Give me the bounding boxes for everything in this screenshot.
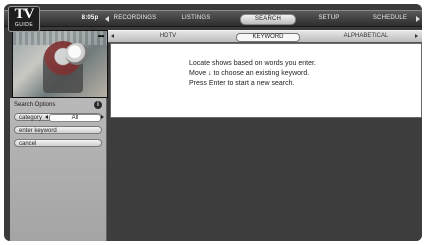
- nav-left-arrow-icon[interactable]: [105, 16, 109, 22]
- category-selector[interactable]: category All: [14, 113, 104, 122]
- search-tab-bar: HDTV KEYWORD ALPHABETICAL: [108, 30, 422, 43]
- nav-item-schedule[interactable]: SCHEDULE: [366, 11, 414, 26]
- tab-hdtv[interactable]: HDTV: [148, 31, 188, 42]
- nav-item-recordings[interactable]: RECORDINGS: [112, 11, 158, 26]
- live-video-preview[interactable]: ▬: [12, 30, 108, 98]
- logo-guide-text: GUIDE: [14, 22, 34, 28]
- enter-keyword-button[interactable]: enter keyword: [14, 126, 102, 134]
- results-area: [108, 118, 422, 241]
- search-options-panel: Search Options i category All enter keyw…: [10, 98, 107, 241]
- nav-item-listings[interactable]: LISTINGS: [174, 11, 218, 26]
- category-left-arrow-icon[interactable]: [45, 115, 48, 119]
- keyword-info-area: Locate shows based on words you enter. M…: [110, 43, 422, 118]
- info-icon[interactable]: i: [94, 101, 102, 109]
- clock-time: 8:05p: [81, 15, 99, 21]
- category-right-arrow-icon[interactable]: [101, 115, 104, 119]
- nav-right-arrow-icon[interactable]: [416, 16, 420, 22]
- tv-guide-logo: TV GUIDE: [8, 6, 40, 32]
- nav-item-setup[interactable]: SETUP: [310, 11, 348, 26]
- tab-left-arrow-icon[interactable]: [111, 34, 114, 38]
- video-edge-mark: ▬: [98, 33, 104, 39]
- logo-tv-text: TV: [14, 6, 35, 22]
- top-nav-bar: 8:05p RECORDINGS LISTINGS SEARCH SETUP S…: [4, 10, 422, 27]
- instruction-line-2: Move ↓ to choose an existing keyword.: [189, 70, 310, 77]
- tab-keyword[interactable]: KEYWORD: [236, 33, 300, 42]
- search-options-title: Search Options: [14, 102, 56, 108]
- tab-alphabetical[interactable]: ALPHABETICAL: [336, 31, 396, 42]
- tab-right-arrow-icon[interactable]: [415, 34, 418, 38]
- instruction-line-1: Locate shows based on words you enter.: [189, 60, 316, 67]
- category-label: category: [19, 115, 43, 121]
- cancel-button[interactable]: cancel: [14, 139, 102, 147]
- nav-item-search[interactable]: SEARCH: [240, 14, 296, 25]
- instruction-text: Locate shows based on words you enter. M…: [189, 59, 316, 89]
- instruction-line-3: Press Enter to start a new search.: [189, 80, 295, 87]
- tv-guide-screen: 8:05p RECORDINGS LISTINGS SEARCH SETUP S…: [4, 4, 422, 241]
- video-helmet: [65, 43, 89, 65]
- category-value: All: [49, 114, 101, 122]
